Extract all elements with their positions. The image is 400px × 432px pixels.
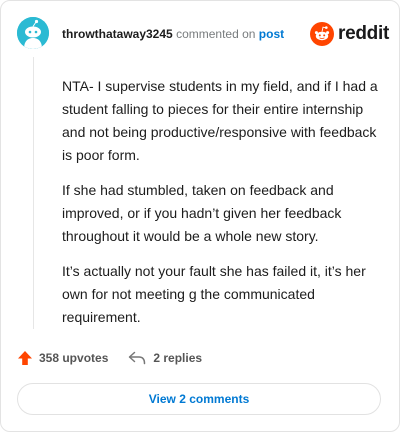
comment-actions: 358 upvotes 2 replies — [17, 350, 202, 366]
thread-line — [33, 57, 34, 329]
post-link[interactable]: post — [259, 27, 284, 41]
reply-count: 2 replies — [153, 351, 203, 365]
reply-arrow-icon[interactable] — [128, 351, 146, 365]
upvote-count: 358 upvotes — [39, 351, 109, 365]
upvote-action[interactable]: 358 upvotes — [17, 350, 108, 366]
reddit-wordmark: reddit — [338, 23, 389, 44]
replies-action[interactable]: 2 replies — [128, 351, 202, 365]
comment-header: throwthataway3245 commented on post — [62, 27, 284, 41]
comment-paragraph: It’s actually not your fault she has fai… — [62, 263, 366, 325]
comment-card: throwthataway3245 commented on post redd… — [0, 0, 400, 432]
upvote-arrow-icon[interactable] — [17, 350, 33, 366]
username[interactable]: throwthataway3245 — [62, 27, 173, 41]
reddit-logo-icon — [310, 22, 334, 46]
comment-paragraph: NTA- I supervise students in my field, a… — [62, 78, 378, 163]
comment-body: NTA- I supervise students in my field, a… — [62, 75, 390, 341]
reddit-logo[interactable]: reddit — [310, 21, 389, 47]
commented-on-text: commented on — [176, 27, 256, 41]
view-comments-button[interactable]: View 2 comments — [17, 383, 381, 415]
user-avatar[interactable] — [17, 17, 49, 49]
comment-paragraph: If she had stumbled, taken on feedback a… — [62, 182, 342, 244]
snoo-avatar-icon — [17, 17, 49, 49]
